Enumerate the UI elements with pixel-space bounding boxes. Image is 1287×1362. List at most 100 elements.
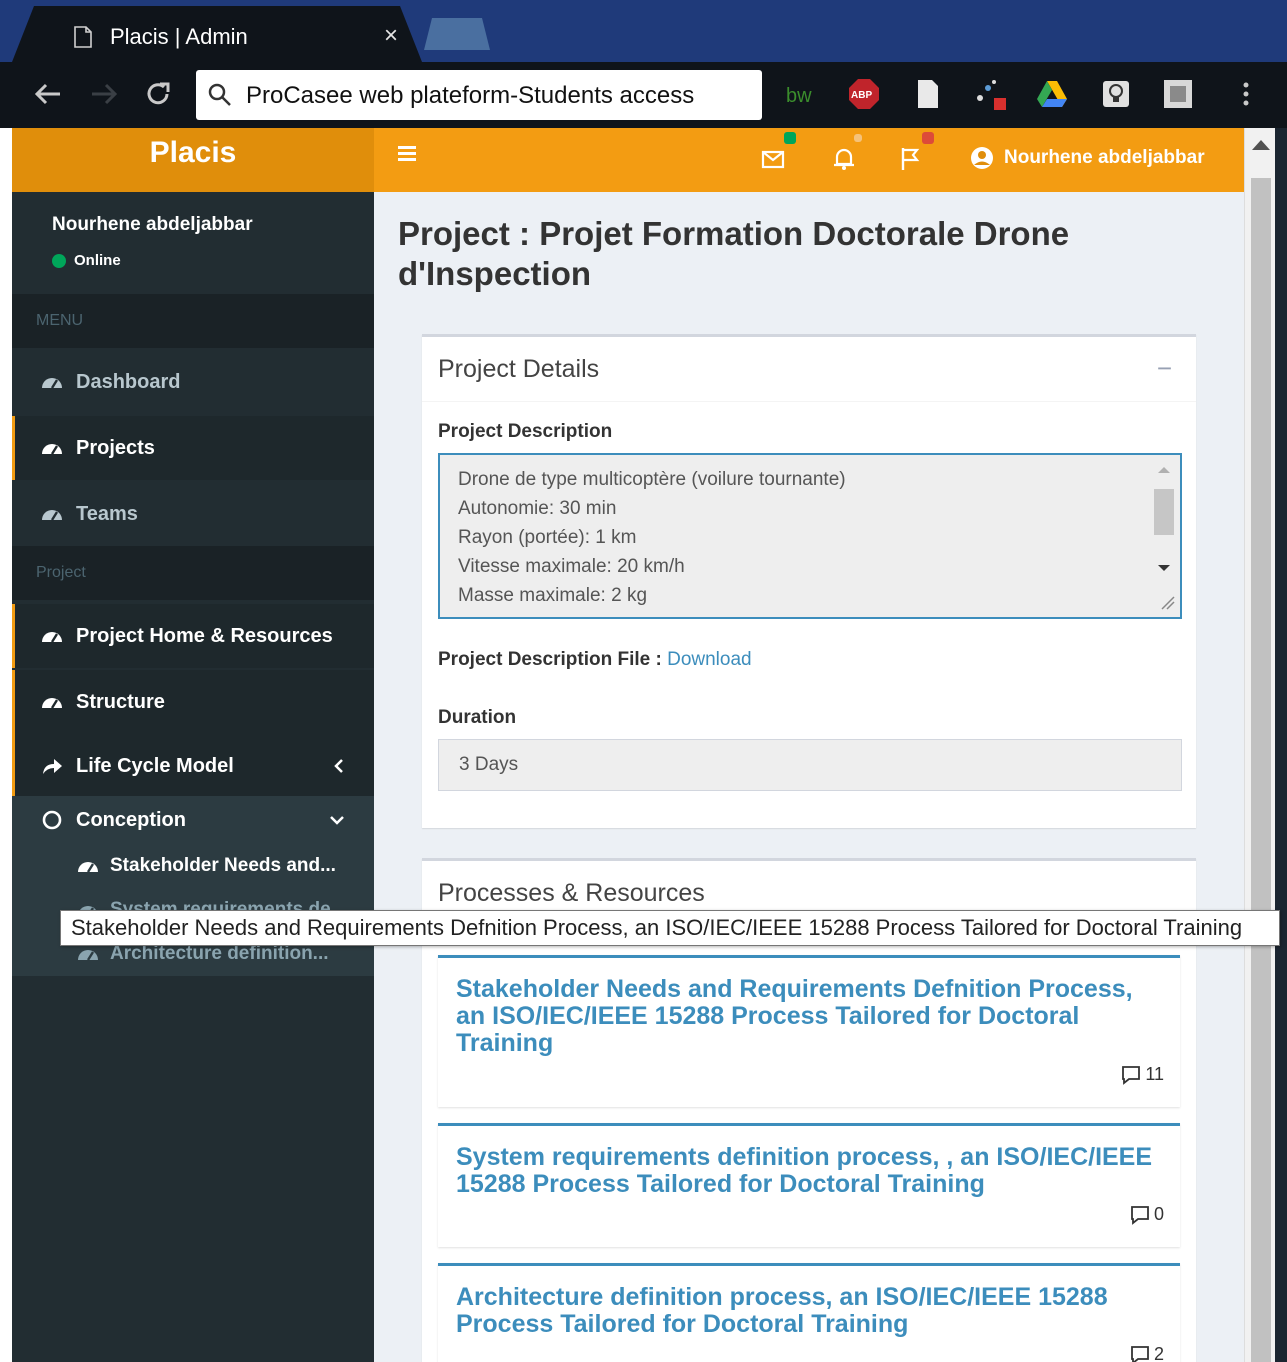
address-bar[interactable]: ProCasee web plateform-Students access <box>196 70 762 120</box>
search-icon <box>208 83 231 106</box>
box-title: Project Details <box>438 355 600 383</box>
address-text: ProCasee web plateform-Students access <box>246 82 695 109</box>
scrollbar-thumb[interactable] <box>1251 178 1271 1362</box>
screenshot-extension-icon[interactable] <box>1162 78 1194 110</box>
online-dot-icon <box>52 253 66 268</box>
envelope-icon <box>761 150 785 169</box>
sidebar-item-label: Life Cycle Model <box>76 754 234 777</box>
window-edge <box>1275 128 1287 1362</box>
user-menu[interactable]: Nourhene abdeljabbar <box>970 144 1205 172</box>
sidebar-item-conception[interactable]: Conception <box>12 796 374 844</box>
project-header: Project <box>12 546 374 600</box>
collapse-button[interactable]: − <box>1157 353 1172 384</box>
dashboard-icon <box>42 698 62 709</box>
reload-icon[interactable] <box>142 78 174 110</box>
sidebar-item-dashboard[interactable]: Dashboard <box>12 350 374 414</box>
tab-title: Placis | Admin <box>110 24 248 49</box>
share-arrow-icon <box>43 759 62 774</box>
comment-count: 11 <box>1121 1064 1164 1085</box>
sidebar-item-structure[interactable]: Structure <box>12 670 374 734</box>
textarea-scrollbar[interactable] <box>1152 459 1176 613</box>
sidebar-item-label: Teams <box>76 502 138 525</box>
project-details-box: Project Details − Project Description Dr… <box>422 334 1196 828</box>
google-drive-icon[interactable] <box>1036 78 1068 110</box>
process-card[interactable]: System requirements definition process, … <box>438 1123 1180 1247</box>
duration-field[interactable]: 3 Days <box>438 739 1182 791</box>
logo: Placis <box>149 136 237 169</box>
sidebar-item-label: Projects <box>76 436 155 459</box>
adblock-icon[interactable]: ABP <box>848 78 880 110</box>
process-title-link[interactable]: Architecture definition process, an ISO/… <box>456 1284 1156 1338</box>
scroll-up-arrow-icon[interactable] <box>1252 140 1270 150</box>
sidebar-item-life-cycle-model[interactable]: Life Cycle Model <box>12 734 374 798</box>
lightbulb-icon[interactable] <box>1100 78 1132 110</box>
description-textarea[interactable]: Drone de type multicoptère (voilure tour… <box>438 453 1182 619</box>
page-title: Project : Projet Formation Doctorale Dro… <box>398 215 1070 292</box>
sidebar: Nourhene abdeljabbar Online MENU Dashboa… <box>12 192 374 1362</box>
hamburger-menu-icon[interactable] <box>396 142 420 166</box>
menu-kebab-icon[interactable] <box>1230 78 1262 110</box>
comment-icon <box>1122 1065 1141 1085</box>
duration-label: Duration <box>438 707 517 728</box>
comment-count: 2 <box>1130 1344 1164 1362</box>
process-card[interactable]: Architecture definition process, an ISO/… <box>438 1263 1180 1362</box>
comment-icon <box>1131 1345 1149 1362</box>
dashboard-icon <box>42 510 62 521</box>
sidebar-item-projects[interactable]: Projects <box>12 416 374 480</box>
dashboard-icon <box>42 378 62 389</box>
online-status-text: Online <box>74 252 121 269</box>
document-extension-icon[interactable] <box>912 78 944 110</box>
box-title: Processes & Resources <box>438 879 705 907</box>
extension-dots-icon[interactable] <box>974 78 1006 110</box>
sidebar-subitem-stakeholder[interactable]: Stakeholder Needs and... <box>12 844 374 888</box>
chevron-down-icon <box>330 816 344 825</box>
process-card[interactable]: Stakeholder Needs and Requirements Defni… <box>438 955 1180 1107</box>
browser-chrome: Placis | Admin × ProCasee web plateform-… <box>0 0 1287 128</box>
chevron-left-icon <box>334 759 343 773</box>
forward-arrow-icon[interactable] <box>88 78 120 110</box>
sidebar-item-teams[interactable]: Teams <box>12 482 374 546</box>
browser-tab[interactable]: Placis | Admin × <box>12 6 422 62</box>
header-user-name: Nourhene abdeljabbar <box>1004 147 1205 168</box>
new-tab-button[interactable] <box>424 18 490 50</box>
process-title-link[interactable]: System requirements definition process, … <box>456 1144 1156 1198</box>
dashboard-icon <box>78 862 98 873</box>
page-scrollbar[interactable] <box>1244 128 1275 1362</box>
process-title-link[interactable]: Stakeholder Needs and Requirements Defni… <box>456 976 1156 1057</box>
sidebar-item-project-home[interactable]: Project Home & Resources <box>12 604 374 668</box>
svg-text:bw: bw <box>786 85 812 107</box>
sidebar-subitem-label: Stakeholder Needs and... <box>110 855 336 876</box>
menu-header: MENU <box>12 294 374 348</box>
sidebar-user-name: Nourhene abdeljabbar <box>52 214 253 235</box>
browser-toolbar: ProCasee web plateform-Students access b… <box>0 62 1287 128</box>
tab-close-icon[interactable]: × <box>384 22 398 50</box>
tasks-badge <box>922 132 934 144</box>
description-file-label: Project Description File : <box>438 649 662 670</box>
description-label: Project Description <box>438 421 613 442</box>
messages-badge <box>784 132 796 144</box>
extension-bw-icon[interactable]: bw <box>786 78 818 110</box>
flag-icon <box>901 148 920 170</box>
logo-area[interactable]: Placis <box>12 128 374 192</box>
user-panel: Nourhene abdeljabbar Online <box>12 192 374 294</box>
app-header: Placis Nourhene abdeljabbar <box>12 128 1244 192</box>
svg-text:ABP: ABP <box>851 90 872 101</box>
user-circle-icon <box>971 147 993 169</box>
description-text: Drone de type multicoptère (voilure tour… <box>458 469 846 606</box>
sidebar-subitem-label: Architecture definition... <box>110 943 329 964</box>
sidebar-item-label: Project Home & Resources <box>76 624 333 647</box>
comment-icon <box>1131 1205 1149 1225</box>
dashboard-icon <box>42 444 62 455</box>
download-link[interactable]: Download <box>667 649 752 670</box>
sidebar-item-label: Conception <box>76 808 186 831</box>
sidebar-item-label: Dashboard <box>76 370 181 393</box>
main-content: Project : Projet Formation Doctorale Dro… <box>374 192 1244 1362</box>
online-status: Online <box>52 252 121 269</box>
box-divider <box>422 401 1196 402</box>
tooltip: Stakeholder Needs and Requirements Defni… <box>60 910 1280 946</box>
bell-icon <box>834 148 854 170</box>
notifications-badge <box>854 134 862 142</box>
page-icon <box>74 26 92 48</box>
back-arrow-icon[interactable] <box>32 78 64 110</box>
description-file-row: Project Description File : Download <box>438 649 752 671</box>
